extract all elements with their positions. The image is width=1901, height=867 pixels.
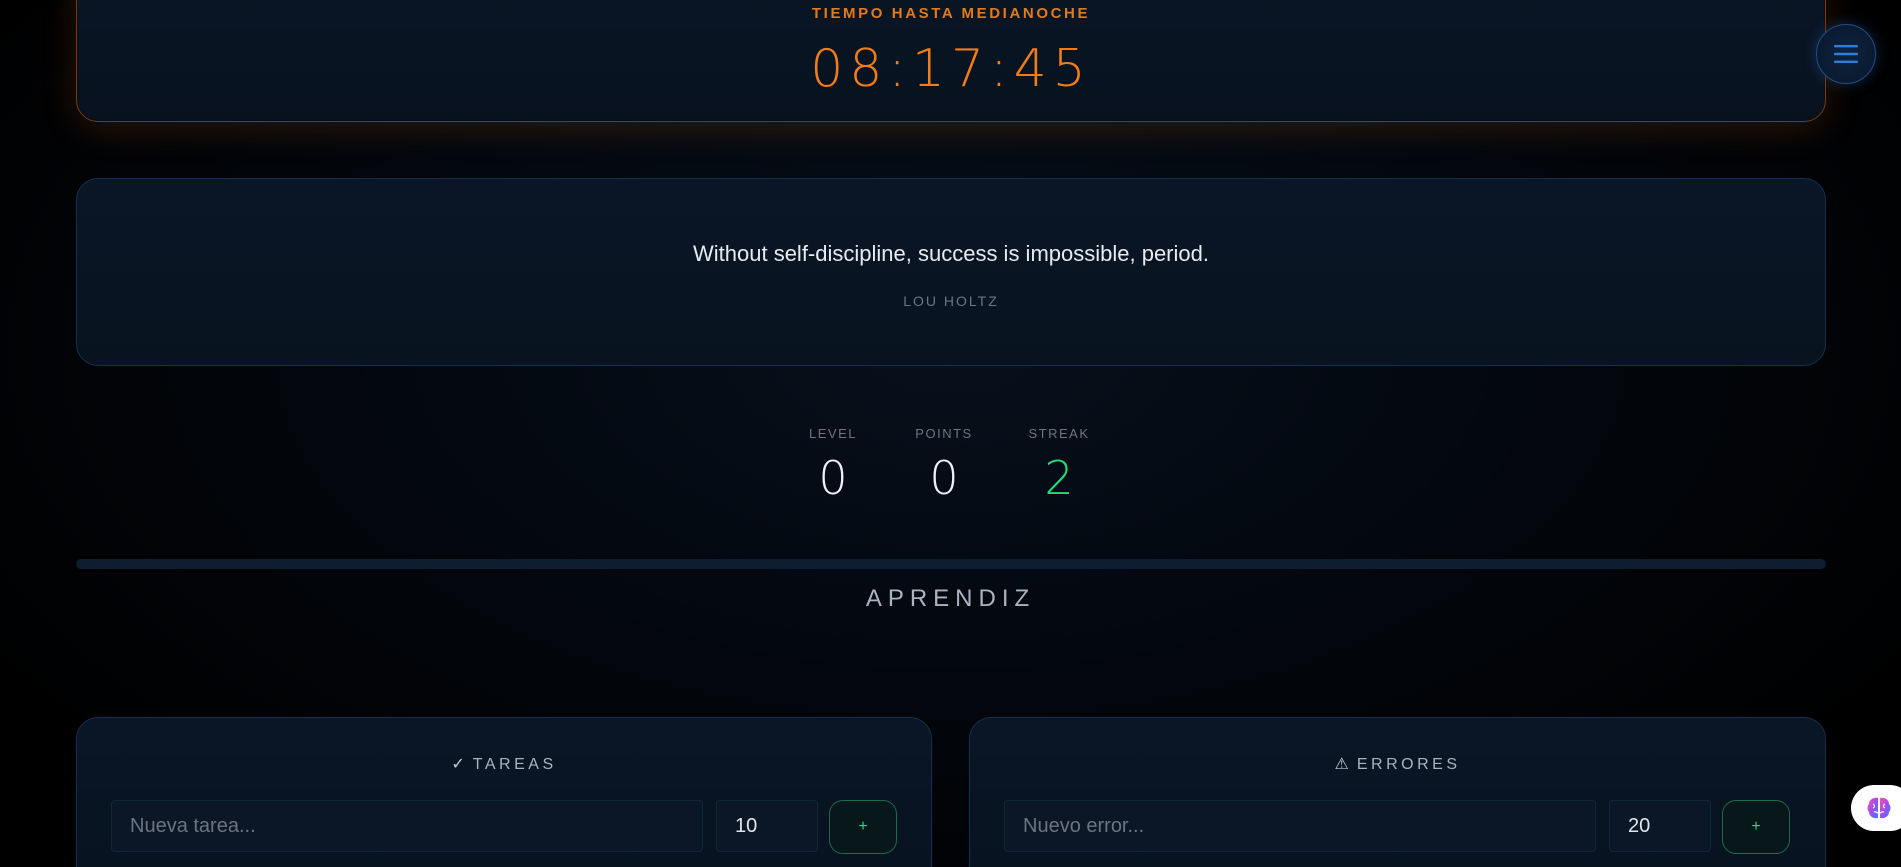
task-points-input[interactable]: [716, 800, 818, 852]
new-error-input[interactable]: [1004, 800, 1596, 852]
add-task-button[interactable]: +: [829, 800, 897, 854]
stat-streak-value: 2: [1044, 451, 1074, 505]
add-error-button[interactable]: +: [1722, 800, 1790, 854]
quote-card: Without self-discipline, success is impo…: [76, 178, 1826, 366]
check-icon: ✓: [451, 756, 465, 773]
stat-level: LEVEL 0: [778, 426, 888, 505]
countdown-card: TIEMPO HASTA MEDIANOCHE 08:17:45: [76, 0, 1826, 122]
quote-text: Without self-discipline, success is impo…: [693, 241, 1209, 266]
menu-button[interactable]: [1816, 24, 1876, 84]
stat-points: POINTS 0: [889, 426, 999, 505]
brain-icon: [1867, 797, 1891, 819]
errors-title: ⚠ ERRORES: [970, 754, 1825, 774]
level-progress-bar: [76, 559, 1826, 569]
errors-panel: ⚠ ERRORES +: [969, 717, 1826, 867]
warning-icon: ⚠: [1334, 756, 1349, 773]
stats-panel: LEVEL 0 POINTS 0 STREAK 2: [0, 426, 1901, 506]
tasks-title-label: TAREAS: [472, 756, 557, 773]
stat-streak: STREAK 2: [1004, 426, 1114, 505]
tasks-panel: ✓ TAREAS +: [76, 717, 932, 867]
quote-author: LOU HOLTZ: [903, 293, 999, 309]
countdown-label: TIEMPO HASTA MEDIANOCHE: [811, 5, 1091, 22]
new-task-input[interactable]: [111, 800, 703, 852]
error-points-input[interactable]: [1609, 800, 1711, 852]
stat-points-label: POINTS: [915, 426, 973, 441]
hamburger-menu-icon: [1834, 45, 1858, 63]
stat-points-value: 0: [929, 451, 959, 505]
stat-streak-label: STREAK: [1028, 426, 1090, 441]
stat-level-label: LEVEL: [809, 426, 857, 441]
stat-level-value: 0: [818, 451, 848, 505]
level-title: APRENDIZ: [865, 585, 1036, 612]
assistant-widget[interactable]: [1851, 785, 1901, 831]
tasks-title: ✓ TAREAS: [77, 754, 931, 774]
errors-title-label: ERRORES: [1356, 756, 1461, 773]
countdown-timer: 08:17:45: [810, 39, 1092, 99]
